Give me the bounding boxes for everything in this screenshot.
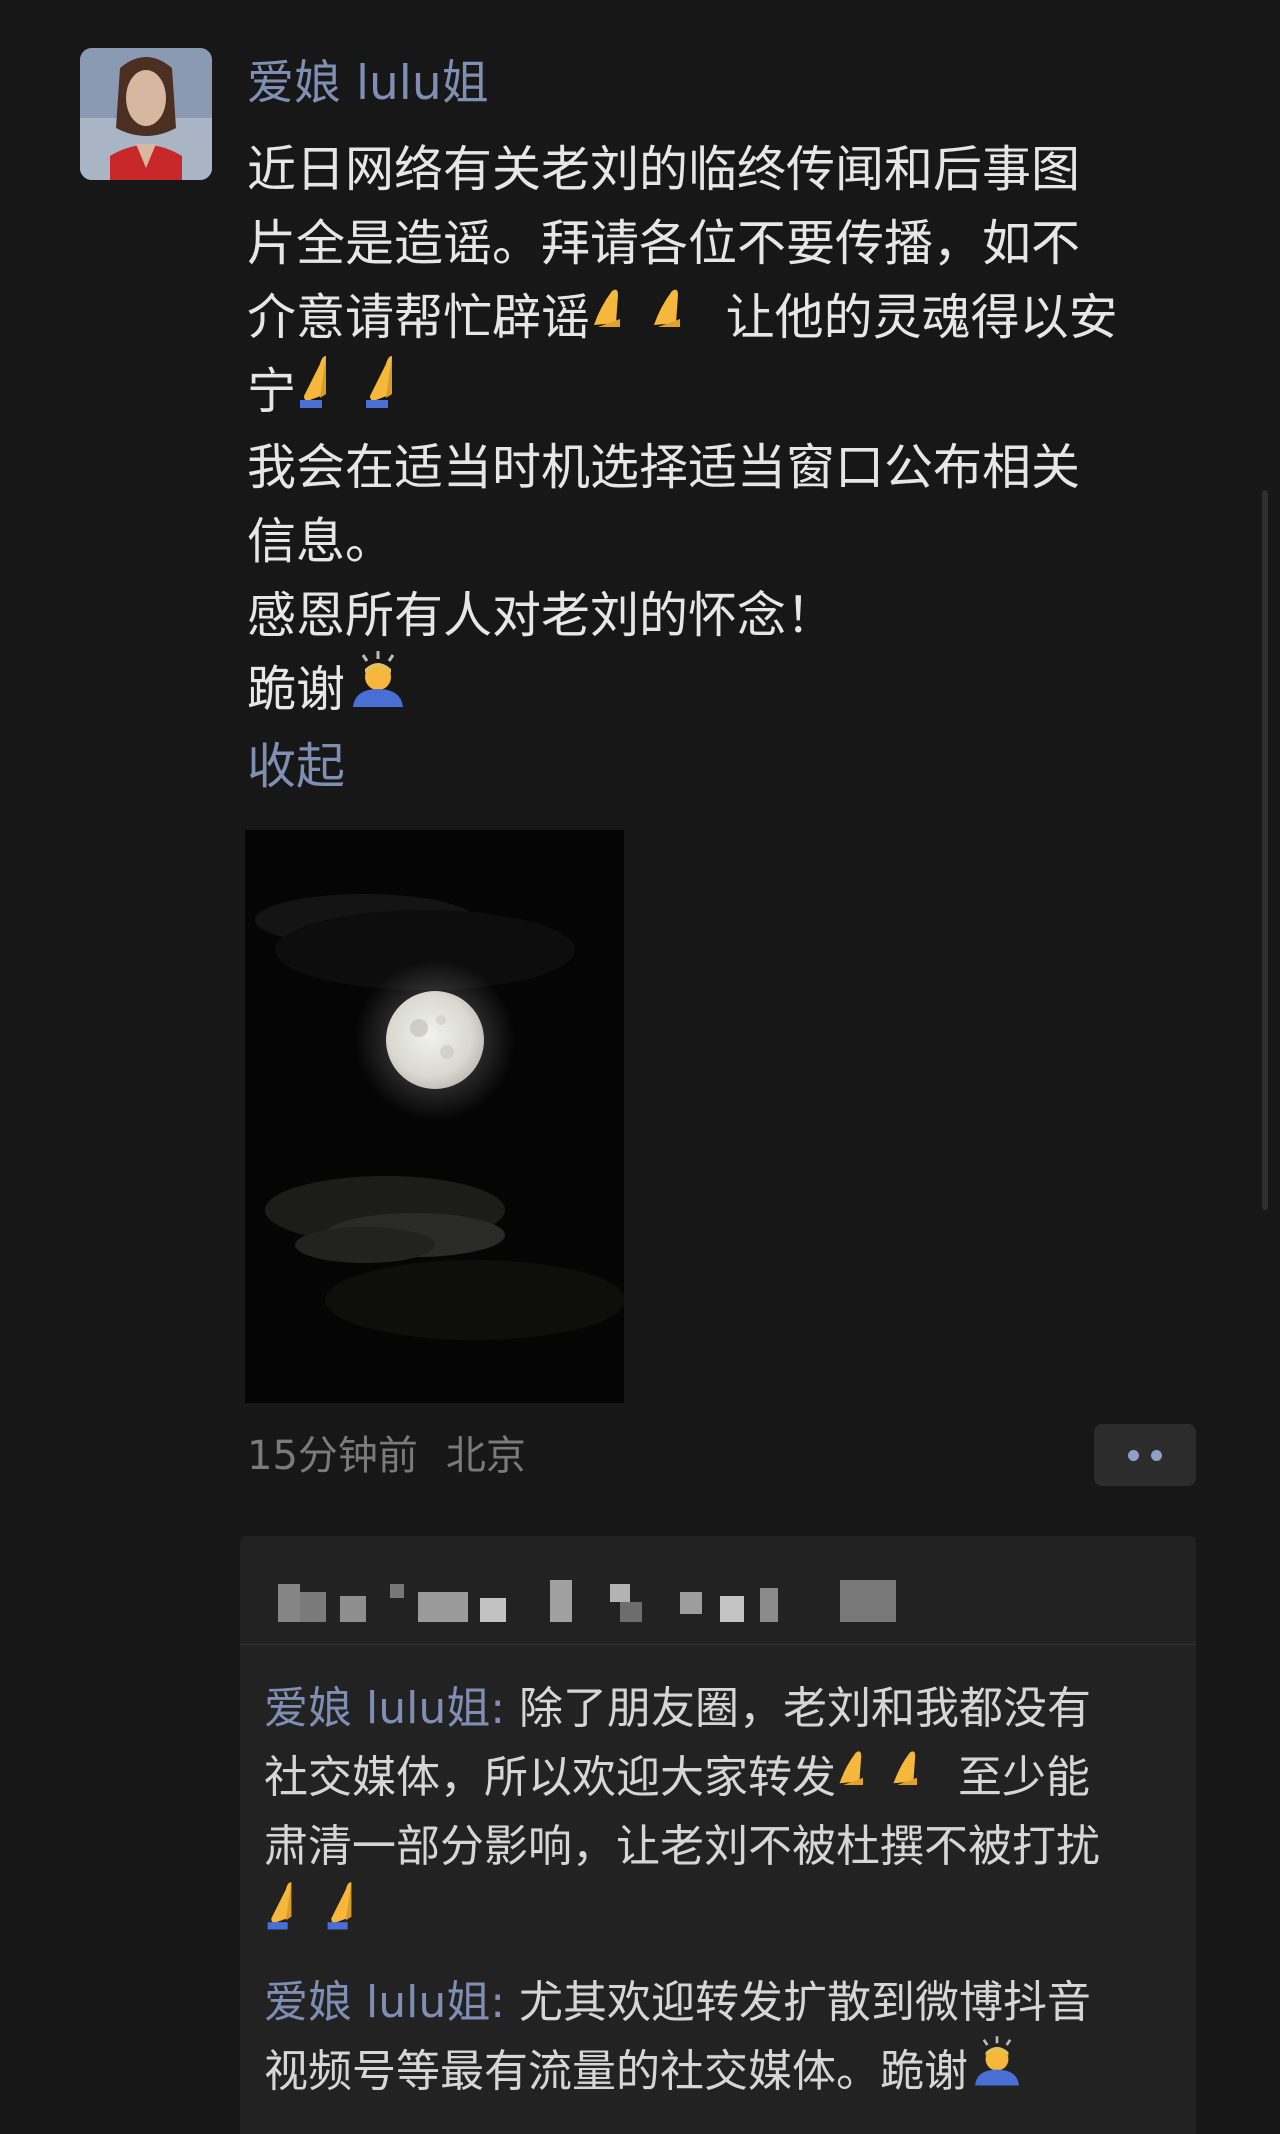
post-line: 感恩所有人对老刘的怀念！ [247, 587, 836, 644]
post-meta: 15分钟前 北京 [247, 1426, 526, 1486]
blurred-pixel [760, 1588, 778, 1622]
blurred-pixel [620, 1602, 642, 1622]
comment-text: 至少能 [944, 1752, 1090, 1803]
more-actions-button[interactable] [1094, 1424, 1196, 1486]
comment-item[interactable]: 爱娘 lulu姐: 尤其欢迎转发扩散到微博抖音 视频号等最有流量的社交媒体。跪谢 [264, 1968, 1174, 2108]
comment-item[interactable]: 爱娘 lulu姐: 除了朋友圈，老刘和我都没有 社交媒体，所以欢迎大家转发 至少… [264, 1674, 1174, 1952]
folded-hands-emoji-icon [264, 1876, 384, 1952]
post-line: 宁 [247, 355, 1212, 431]
post-line-text: 宁 [247, 363, 297, 420]
palms-together-emoji-icon [836, 1742, 944, 1811]
post-photo[interactable] [245, 830, 624, 1403]
post-line-text: 跪谢 [247, 661, 346, 718]
post-line: 信息。 [247, 513, 395, 570]
comment-text: 除了朋友圈，老刘和我都没有 [519, 1683, 1092, 1734]
comment-line [264, 1881, 1174, 1952]
post-time: 15分钟前 [247, 1433, 418, 1479]
blurred-pixel [278, 1584, 300, 1622]
comment-line: 肃清一部分影响，让老刘不被杜撰不被打扰 [264, 1821, 1100, 1872]
blurred-pixel [840, 1580, 896, 1622]
more-dots-icon [1151, 1449, 1162, 1461]
blurred-pixel [550, 1580, 572, 1622]
comment-author[interactable]: 爱娘 lulu姐 [264, 1683, 490, 1734]
comments-panel: 爱娘 lulu姐: 除了朋友圈，老刘和我都没有 社交媒体，所以欢迎大家转发 至少… [240, 1536, 1196, 2134]
blurred-pixel [720, 1596, 744, 1622]
blurred-pixel [300, 1592, 326, 1622]
comment-line: 爱娘 lulu姐: 尤其欢迎转发扩散到微博抖音 [264, 1968, 1174, 2037]
comment-text: 视频号等最有流量的社交媒体。跪谢 [264, 2046, 968, 2097]
post-body: 近日网络有关老刘的临终传闻和后事图 片全是造谣。拜请各位不要传播，如不 介意请帮… [247, 133, 1212, 730]
comment-line: 社交媒体，所以欢迎大家转发 至少能 [264, 1743, 1174, 1812]
bowing-person-emoji-icon [345, 647, 411, 730]
more-dots-icon [1128, 1449, 1139, 1461]
post-location[interactable]: 北京 [446, 1433, 526, 1479]
blurred-pixel [680, 1592, 702, 1614]
post-line: 我会在适当时机选择适当窗口公布相关 [247, 439, 1081, 496]
comment-text: 社交媒体，所以欢迎大家转发 [264, 1752, 836, 1803]
post-line: 近日网络有关老刘的临终传闻和后事图 [247, 141, 1081, 198]
palms-together-emoji-icon [590, 280, 710, 354]
bowing-person-emoji-icon [968, 2032, 1026, 2108]
post-line-text: 让他的灵魂得以安 [710, 289, 1118, 346]
comment-line: 视频号等最有流量的社交媒体。跪谢 [264, 2036, 1174, 2108]
blurred-pixel [340, 1596, 366, 1622]
comment-line: 爱娘 lulu姐: 除了朋友圈，老刘和我都没有 [264, 1674, 1174, 1743]
blurred-pixel [390, 1584, 404, 1598]
post-author-name[interactable]: 爱娘 lulu姐 [247, 52, 489, 116]
scrollbar[interactable] [1262, 490, 1268, 1210]
blurred-pixel [418, 1592, 468, 1622]
comment-separator: : [490, 1683, 520, 1734]
avatar-image [80, 48, 212, 180]
author-avatar[interactable] [80, 48, 212, 180]
likes-bar-blurred [240, 1536, 1196, 1645]
comment-text: 尤其欢迎转发扩散到微博抖音 [519, 1977, 1092, 2028]
post-line-text: 介意请帮忙辟谣 [247, 289, 591, 346]
moon-photo-image [245, 830, 624, 1403]
comment-author[interactable]: 爱娘 lulu姐 [264, 1977, 490, 2028]
blurred-pixel [480, 1598, 506, 1622]
post-line: 片全是造谣。拜请各位不要传播，如不 [247, 215, 1081, 272]
comment-separator: : [490, 1977, 520, 2028]
post-line: 跪谢 [247, 651, 1212, 730]
blurred-pixel [610, 1584, 630, 1602]
folded-hands-emoji-icon [296, 350, 428, 431]
collapse-link[interactable]: 收起 [247, 732, 345, 802]
post-line: 介意请帮忙辟谣 让他的灵魂得以安 [247, 281, 1212, 355]
